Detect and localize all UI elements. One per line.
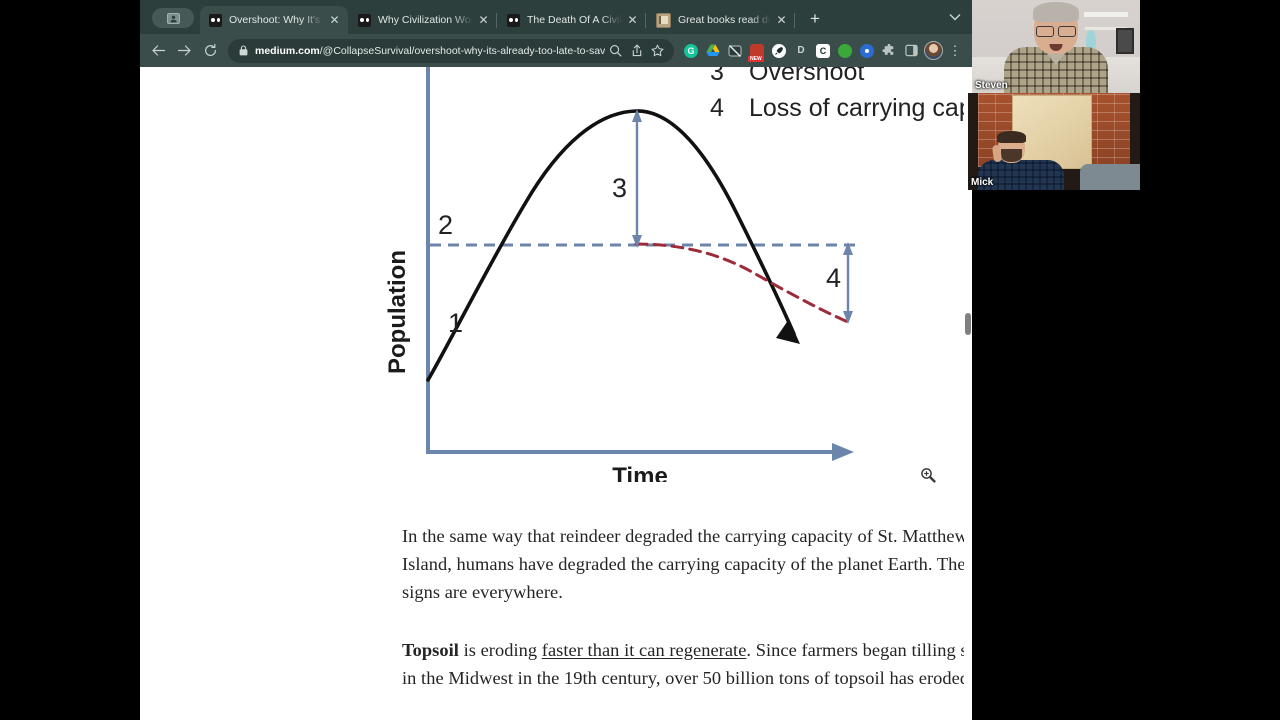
wall-shelf-decor [1084, 12, 1128, 17]
x-axis-label: Time [612, 463, 668, 482]
y-axis-label: Population [384, 250, 411, 374]
c-extension-button[interactable]: C [813, 41, 833, 61]
tab-close-icon[interactable]: ✕ [774, 13, 789, 28]
topsoil-mid: is eroding [458, 640, 542, 660]
side-panel-icon[interactable] [901, 41, 921, 61]
browser-menu-button[interactable]: ⋮ [945, 41, 965, 61]
medium-icon [358, 13, 371, 27]
screen-share-frame: Overshoot: Why It's Already T ✕ Why Civi… [0, 0, 1280, 720]
news-extension-button[interactable]: NEW [747, 41, 767, 62]
participant-glasses [1036, 26, 1076, 37]
paragraph-reindeer: In the same way that reindeer degraded t… [402, 526, 968, 602]
tab-overshoot[interactable]: Overshoot: Why It's Already T ✕ [200, 6, 348, 34]
medium-icon [507, 13, 520, 27]
back-arrow-icon [151, 45, 165, 56]
book-icon [656, 12, 671, 28]
legend-key-4: 4 [710, 94, 724, 122]
account-avatar[interactable] [923, 41, 943, 61]
reload-icon [204, 43, 216, 56]
video-tile-mick[interactable]: Mick [968, 93, 1140, 190]
rocket-icon [775, 46, 783, 55]
tab-death-of-a-civilization[interactable]: The Death Of A Civilization. A ✕ [498, 6, 646, 34]
topsoil-bold: Topsoil [402, 640, 459, 660]
tab-great-books[interactable]: Great books read during the p ✕ [647, 6, 795, 34]
share-icon[interactable] [626, 40, 647, 61]
article-column: 3 2 1 4 Population Time 2 Carrying capac… [140, 67, 972, 720]
search-in-page-icon[interactable] [605, 40, 626, 61]
participant-hair [1033, 2, 1079, 22]
video-tile-steven[interactable]: Steven [972, 0, 1140, 93]
article-body: In the same way that reindeer degraded t… [402, 522, 972, 720]
scrollbar-thumb[interactable] [965, 313, 971, 335]
extensions-puzzle-icon[interactable] [879, 41, 899, 61]
url-host: medium.com [255, 44, 320, 57]
grammarly-extension-button[interactable]: G [681, 41, 701, 61]
paragraph-topsoil: Topsoil is eroding faster than it can re… [402, 636, 972, 692]
back-button[interactable] [146, 39, 170, 63]
google-drive-extension-button[interactable] [703, 41, 723, 61]
lock-icon [239, 45, 248, 56]
pocket-extension-button[interactable]: D [791, 41, 811, 61]
sofa-decor [1080, 164, 1140, 190]
chevron-down-icon [949, 14, 961, 21]
bookmark-star-icon[interactable] [647, 40, 668, 61]
tab-close-icon[interactable]: ✕ [625, 13, 640, 28]
block-icon [728, 44, 742, 57]
forward-button[interactable] [172, 39, 196, 63]
new-badge: NEW [748, 55, 764, 62]
profile-switcher-button[interactable] [152, 8, 194, 28]
browser-toolbar: medium.com/@CollapseSurvival/overshoot-w… [140, 34, 972, 67]
legend-key-3: 3 [710, 67, 724, 86]
extensions-strip: G NEW D C ⋮ [680, 41, 966, 62]
new-tab-button[interactable]: + [802, 6, 828, 32]
tab-list: Overshoot: Why It's Already T ✕ Why Civi… [200, 0, 938, 34]
overshoot-diagram[interactable]: 3 2 1 4 Population Time 2 Carrying capac… [260, 67, 972, 483]
overshoot-diagram-svg: 3 2 1 4 Population Time 2 Carrying capac… [384, 67, 972, 482]
medium-icon [209, 13, 222, 27]
browser-window: Overshoot: Why It's Already T ✕ Why Civi… [140, 0, 972, 720]
evernote-extension-button[interactable] [835, 41, 855, 61]
tab-strip: Overshoot: Why It's Already T ✕ Why Civi… [140, 0, 972, 34]
tab-why-civilization-would-collapse[interactable]: Why Civilization Would Collap ✕ [349, 6, 497, 34]
adblock-extension-button[interactable] [725, 41, 745, 61]
svg-text:2: 2 [438, 210, 453, 240]
tab-close-icon[interactable]: ✕ [327, 13, 342, 28]
legend-label-4: Loss of carrying capacity [749, 94, 972, 122]
tab-title: Overshoot: Why It's Already T [229, 14, 324, 26]
topsoil-link[interactable]: faster than it can regenerate [542, 640, 747, 660]
participant-name-label: Mick [971, 177, 994, 188]
wall-frame-decor [1116, 28, 1134, 54]
participant-name-label: Steven [975, 80, 1008, 91]
drive-icon [706, 44, 720, 56]
forward-arrow-icon [177, 45, 191, 56]
tab-search-button[interactable] [938, 0, 972, 34]
tab-close-icon[interactable]: ✕ [476, 13, 491, 28]
tab-title: The Death Of A Civilization. A [527, 14, 622, 26]
svg-text:3: 3 [612, 173, 627, 203]
profile-avatar-icon [166, 12, 180, 24]
canvas-artwork-decor [1012, 95, 1092, 169]
reload-button[interactable] [198, 39, 222, 63]
tab-title: Great books read during the p [678, 14, 771, 26]
participant-beard [1001, 149, 1022, 162]
svg-text:4: 4 [826, 263, 841, 293]
page-viewport: 3 2 1 4 Population Time 2 Carrying capac… [140, 67, 972, 720]
legend-label-3: Overshoot [749, 67, 864, 86]
address-bar-url: medium.com/@CollapseSurvival/overshoot-w… [255, 45, 605, 57]
tab-title: Why Civilization Would Collap [378, 14, 473, 26]
address-bar[interactable]: medium.com/@CollapseSurvival/overshoot-w… [228, 38, 674, 63]
participant-hair [997, 131, 1026, 143]
zoom-in-cursor [920, 467, 936, 483]
url-path: /@CollapseSurvival/overshoot-why-its-alr… [319, 44, 605, 57]
svg-text:1: 1 [448, 308, 463, 338]
rocket-extension-button[interactable] [769, 41, 789, 61]
blue-extension-button[interactable] [857, 41, 877, 61]
